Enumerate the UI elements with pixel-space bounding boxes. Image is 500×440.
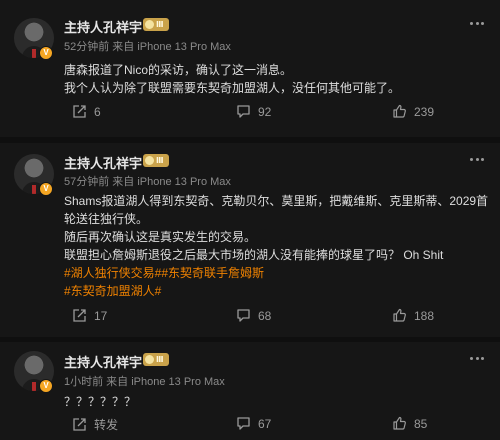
repost-label: 转发 (94, 418, 119, 432)
like-button[interactable]: 239 (392, 104, 434, 119)
like-count: 85 (414, 416, 428, 431)
avatar-tie (32, 185, 36, 194)
post-text-line: 随后再次确认这是真实发生的交易。 (64, 230, 257, 244)
comment-count: 68 (258, 308, 272, 323)
post-actions: 6 92 239 (0, 104, 500, 126)
repost-button[interactable]: 17 (72, 308, 107, 323)
comment-count: 92 (258, 104, 272, 119)
like-count: 239 (414, 104, 435, 119)
comment-icon (237, 105, 250, 118)
hashtag-link[interactable]: #湖人独行侠交易##东契奇联手詹姆斯 (64, 264, 484, 282)
avatar-tie (32, 382, 36, 391)
verified-badge-icon: V (39, 182, 53, 196)
post-meta: 52分钟前 来自 iPhone 13 Pro Max (64, 41, 231, 53)
verified-badge-icon: V (39, 379, 53, 393)
repost-count: 6 (94, 104, 101, 119)
weibo-post[interactable]: V 主持人孔祥宇 Ⅲ 1小时前 来自 iPhone 13 Pro Max ？？？… (0, 342, 500, 440)
comment-button[interactable]: 67 (236, 416, 271, 431)
like-button[interactable]: 188 (392, 308, 434, 323)
post-meta: 57分钟前 来自 iPhone 13 Pro Max (64, 176, 231, 188)
comment-button[interactable]: 68 (236, 308, 271, 323)
username[interactable]: 主持人孔祥宇 (64, 352, 142, 371)
thumbs-up-icon (393, 104, 406, 118)
weibo-post[interactable]: V 主持人孔祥宇 Ⅲ 52分钟前 来自 iPhone 13 Pro Max 唐森… (0, 0, 500, 137)
repost-button[interactable]: 6 (72, 104, 101, 119)
more-dots-icon[interactable] (470, 22, 484, 32)
post-text-line: ？？？？？？ (64, 395, 137, 409)
post-actions: 转发 67 85 (0, 416, 500, 438)
verified-badge-icon: V (39, 46, 53, 60)
repost-icon (73, 309, 86, 322)
weibo-post[interactable]: V 主持人孔祥宇 Ⅲ 57分钟前 来自 iPhone 13 Pro Max Sh… (0, 143, 500, 337)
post-text: 唐森报道了Nico的采访，确认了这一消息。 我个人认为除了联盟需要东契奇加盟湖人… (64, 61, 484, 97)
comment-button[interactable]: 92 (236, 104, 271, 119)
post-text-line: Shams报道湖人得到东契奇、克勒贝尔、莫里斯，把戴维斯、克里斯蒂、2029首 (64, 194, 489, 208)
thumbs-up-icon (393, 416, 406, 430)
comment-icon (237, 417, 250, 430)
post-actions: 17 68 188 (0, 308, 500, 330)
comment-icon (237, 309, 250, 322)
more-dots-icon[interactable] (470, 158, 484, 168)
level-badge-icon: Ⅲ (143, 18, 169, 31)
thumbs-up-icon (393, 308, 406, 322)
hashtag-link[interactable]: #东契奇加盟湖人# (64, 282, 484, 300)
level-badge-icon: Ⅲ (143, 353, 169, 366)
more-dots-icon[interactable] (470, 357, 484, 367)
repost-button[interactable]: 转发 (72, 416, 118, 433)
repost-count: 17 (94, 308, 108, 323)
avatar-tie (32, 49, 36, 58)
username[interactable]: 主持人孔祥宇 (64, 153, 142, 172)
post-text-line: 联盟担心詹姆斯退役之后最大市场的湖人没有能捧的球星了吗？ Oh Shit (64, 248, 444, 262)
repost-icon (73, 105, 86, 118)
post-text-line: 轮送往独行侠。 (64, 212, 149, 226)
post-text: ？？？？？？ (64, 393, 484, 411)
level-badge-icon: Ⅲ (143, 154, 169, 167)
like-button[interactable]: 85 (392, 416, 427, 431)
username[interactable]: 主持人孔祥宇 (64, 17, 142, 36)
post-text-line: 我个人认为除了联盟需要东契奇加盟湖人，没任何其他可能了。 (64, 81, 401, 95)
like-count: 188 (414, 308, 435, 323)
post-text: Shams报道湖人得到东契奇、克勒贝尔、莫里斯，把戴维斯、克里斯蒂、2029首 … (64, 192, 489, 300)
post-text-line: 唐森报道了Nico的采访，确认了这一消息。 (64, 63, 293, 77)
repost-icon (73, 418, 86, 431)
comment-count: 67 (258, 416, 272, 431)
post-meta: 1小时前 来自 iPhone 13 Pro Max (64, 376, 225, 388)
